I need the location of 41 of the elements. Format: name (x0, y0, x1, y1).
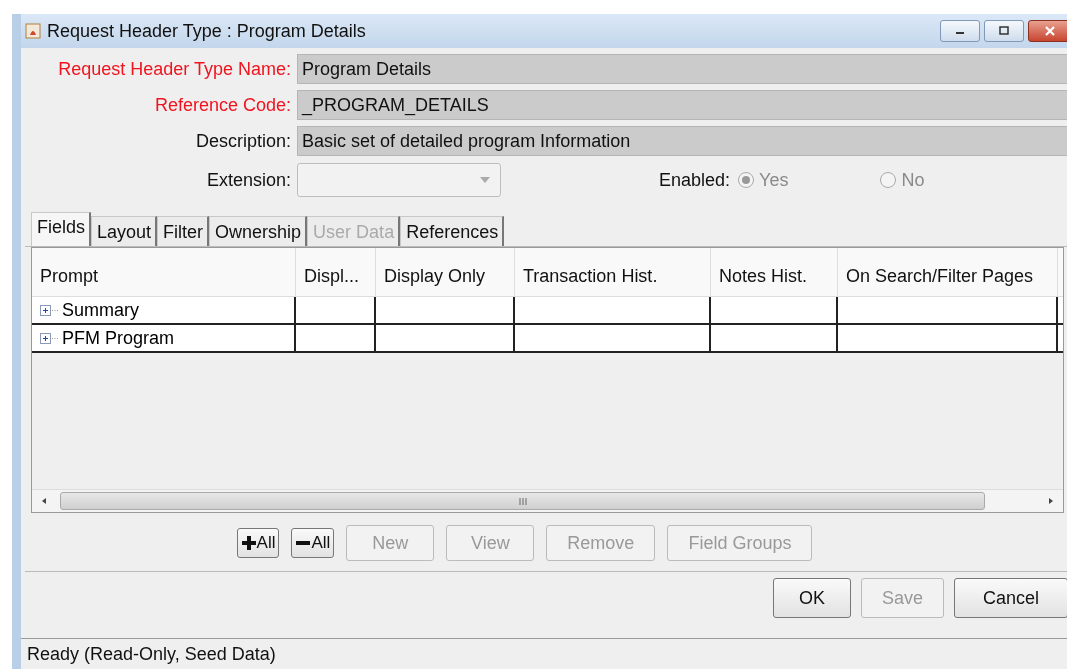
text-field[interactable]: Program Details (297, 54, 1067, 84)
tree-item-label[interactable]: PFM Program (62, 327, 175, 349)
window-title: Request Header Type : Program Details (47, 20, 367, 42)
column-header[interactable]: Displ... (296, 248, 376, 296)
scroll-right-icon[interactable] (1047, 497, 1055, 505)
close-icon (1044, 26, 1056, 36)
field-label: Request Header Type Name: (57, 58, 292, 80)
tab[interactable]: References (400, 216, 505, 246)
expand-icon[interactable] (40, 304, 60, 316)
horizontal-scrollbar[interactable] (32, 489, 1063, 512)
text-field[interactable]: _PROGRAM_DETAILS (297, 90, 1067, 120)
field-label: Extension: (205, 169, 292, 191)
app-icon (25, 23, 41, 39)
minimize-button[interactable] (940, 20, 980, 42)
text-field[interactable]: Basic set of detailed program Information (297, 126, 1067, 156)
expand-icon[interactable] (40, 332, 60, 344)
field-label: Description: (194, 130, 292, 152)
field-label: Reference Code: (153, 94, 292, 116)
column-header[interactable]: Prompt (32, 248, 296, 296)
tab[interactable]: Fields (31, 212, 91, 246)
column-header[interactable]: Display Only (376, 248, 515, 296)
expand-all-button[interactable]: All (236, 528, 280, 558)
column-header[interactable]: Transaction Hist. (515, 248, 711, 296)
maximize-button[interactable] (984, 20, 1024, 42)
dropdown-arrow-icon (480, 177, 490, 183)
column-header[interactable]: Notes Hist. (711, 248, 838, 296)
scroll-left-icon[interactable] (40, 497, 48, 505)
maximize-icon (998, 26, 1010, 36)
enabled-label: Enabled: (659, 169, 731, 191)
tab[interactable]: Filter (157, 216, 210, 246)
dialog-button[interactable]: OK (772, 578, 851, 618)
grip-icon (518, 497, 527, 505)
scroll-thumb[interactable] (60, 492, 985, 510)
close-button[interactable] (1028, 20, 1067, 42)
plus-icon (240, 535, 257, 551)
column-header[interactable]: On Search/Filter Pages (838, 248, 1058, 296)
tree-item-label[interactable]: Summary (62, 299, 139, 321)
collapse-all-button[interactable]: All (291, 528, 335, 558)
dialog-button[interactable]: Cancel (954, 578, 1067, 618)
tab[interactable]: Layout (91, 216, 158, 246)
tab[interactable]: Ownership (209, 216, 308, 246)
